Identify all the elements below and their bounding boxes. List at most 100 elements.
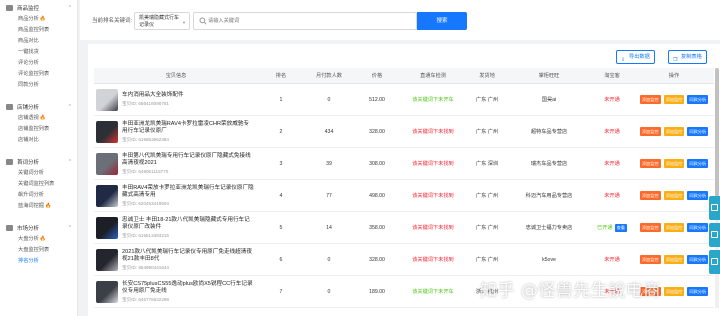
shop-cell[interactable]: 瑞杰车品专营店 <box>508 160 590 167</box>
search-icon <box>199 17 207 25</box>
sidebar-item[interactable]: 店铺监控列表 <box>0 124 77 135</box>
add-monitor-button-alt[interactable]: 添加监控 <box>663 95 685 104</box>
keyword-select[interactable]: 凯美瑞隐藏式行车记录仪 ▼ <box>134 12 190 30</box>
product-thumbnail[interactable] <box>96 280 118 303</box>
add-monitor-button[interactable]: 添加监控 <box>639 191 661 200</box>
sidebar-item[interactable]: 蓝海词挖掘🔥 <box>0 201 77 212</box>
search-bar: 当前排名关键词: 凯美瑞隐藏式行车记录仪 ▼ 搜索 <box>80 0 720 40</box>
search-field[interactable] <box>193 12 417 30</box>
sidebar-group[interactable]: 商品监控 ^ <box>0 2 77 14</box>
sidebar-item[interactable]: 商品对比 <box>0 36 77 47</box>
sidebar-item[interactable]: 商品分析🔥 <box>0 14 77 25</box>
float-button-top[interactable] <box>709 250 720 274</box>
product-thumbnail[interactable] <box>96 152 118 175</box>
col-header-taobaoke: 淘宝客 <box>604 73 620 79</box>
add-monitor-button-alt[interactable]: 添加监控 <box>663 287 685 296</box>
sidebar-item[interactable]: 同款分析 <box>0 80 77 91</box>
same-item-analysis-button[interactable]: 同款分析 <box>687 191 709 200</box>
sidebar-item[interactable]: 评论监控列表 <box>0 69 77 80</box>
product-id: 宝贝ID: 615653662384 <box>122 136 169 142</box>
sidebar-item-label: 店铺透视 <box>18 115 39 121</box>
shop-cell[interactable]: 超特车品专营店 <box>508 128 590 135</box>
sidebar-item-label: 飙升词分析 <box>18 192 44 198</box>
table-row: 丰田第八代凯美瑞专用行车记录仪原厂隐藏式免接线高清夜视2021 宝贝ID: 649… <box>94 148 714 180</box>
add-monitor-button-alt[interactable]: 添加监控 <box>663 255 685 264</box>
export-label: 导出数据 <box>629 54 650 60</box>
same-item-analysis-button[interactable]: 同款分析 <box>687 127 709 136</box>
product-thumbnail[interactable] <box>96 184 118 207</box>
sidebar-item-label: 关键词分析 <box>18 170 44 176</box>
add-monitor-button-alt[interactable]: 添加监控 <box>663 127 685 136</box>
same-item-analysis-button[interactable]: 同款分析 <box>687 159 709 168</box>
product-thumbnail[interactable] <box>96 88 118 111</box>
product-title[interactable]: 丰田第八代凯美瑞专用行车记录仪原厂隐藏式免接线高清夜视2021 <box>122 153 254 167</box>
shop-cell[interactable]: 科迈汽车用品专营店 <box>508 192 590 199</box>
product-title[interactable]: 2021款八代凯美瑞行车记录仪专用原厂免走线超清夜视21款丰田8代 <box>122 249 254 263</box>
col-header-ops: 操作 <box>668 73 680 79</box>
sidebar-item[interactable]: 商品监控列表 <box>0 25 77 36</box>
add-monitor-button-alt[interactable]: 添加监控 <box>663 191 685 200</box>
add-monitor-button-alt[interactable]: 添加监控 <box>663 223 685 232</box>
float-button-feedback[interactable] <box>709 223 720 247</box>
same-item-analysis-button[interactable]: 同款分析 <box>687 287 709 296</box>
sidebar-group-label: 店铺分析 <box>17 105 40 111</box>
table-row: 2021款八代凯美瑞行车记录仪专用原厂免走线超清夜视21款丰田8代 宝贝ID: 6… <box>94 244 714 276</box>
chevron-up-icon: ^ <box>68 159 71 165</box>
product-thumbnail[interactable] <box>96 248 118 271</box>
sidebar-item[interactable]: 关键词分析 <box>0 168 77 179</box>
add-monitor-button[interactable]: 添加监控 <box>639 127 661 136</box>
col-header-rank[interactable]: 排名 <box>258 72 304 79</box>
sidebar-group[interactable]: 店铺分析 ^ <box>0 101 77 113</box>
location-cell: 广东 广州 <box>475 257 499 263</box>
location-cell: 广东 深圳 <box>475 161 499 167</box>
sidebar-item[interactable]: 一键找货 <box>0 47 77 58</box>
sidebar-item[interactable]: 店铺透视🔥 <box>0 113 77 124</box>
sidebar-item[interactable]: 关键词监控列表 <box>0 179 77 190</box>
add-monitor-button[interactable]: 添加监控 <box>639 223 661 232</box>
sidebar-group[interactable]: 市场分析 ^ <box>0 222 77 234</box>
export-button[interactable]: ⇩ 导出数据 <box>616 50 655 64</box>
taobaoke-cell: 已开通 查看 <box>590 223 634 232</box>
col-header-month[interactable]: 月付款人数 <box>304 72 354 79</box>
sidebar-group[interactable]: 首词分析 ^ <box>0 156 77 168</box>
top-icon <box>711 258 718 265</box>
add-monitor-button[interactable]: 添加监控 <box>639 95 661 104</box>
price-cell: 189.00 <box>369 288 385 295</box>
same-item-analysis-button[interactable]: 同款分析 <box>687 95 709 104</box>
price-cell: 358.00 <box>369 224 385 231</box>
product-title[interactable]: 丰田RAV4荣放卡罗拉亚洲龙凯美瑞行车记录仪原厂隐藏式高清专用 <box>122 185 254 199</box>
sidebar-item[interactable]: 大盘监控列表 <box>0 245 77 256</box>
shop-cell[interactable]: 国昊ai <box>508 96 590 103</box>
product-id: 宝贝ID: 649061116770 <box>122 168 169 174</box>
product-thumbnail[interactable] <box>96 120 118 143</box>
product-title[interactable]: 丰田亚洲龙凯美瑞RAV4卡罗拉雷凌CHR荣放威驰专用行车记录仪原厂 <box>122 121 254 135</box>
sidebar-item-label: 一键找货 <box>18 49 39 55</box>
col-header-price[interactable]: 价格 <box>354 72 400 79</box>
sidebar-item[interactable]: 店铺对比 <box>0 135 77 146</box>
col-header-info: 宝贝信息 <box>165 73 187 79</box>
location-cell: 广东 广州 <box>475 129 499 135</box>
shop-cell[interactable]: 忠诚卫士福力专卖店 <box>508 224 590 231</box>
add-monitor-button[interactable]: 添加监控 <box>639 159 661 168</box>
shop-cell[interactable]: k5ove <box>508 257 590 263</box>
product-thumbnail[interactable] <box>96 216 118 239</box>
search-button[interactable]: 搜索 <box>417 12 467 30</box>
add-monitor-button[interactable]: 添加监控 <box>639 255 661 264</box>
price-cell: 512.00 <box>369 96 385 103</box>
taobaoke-view-button[interactable]: 查看 <box>614 223 627 232</box>
product-title[interactable]: 忠诚卫士 丰田18-21款八代凯美瑞隐藏式专用行车记录仪原厂改装件 <box>122 217 254 231</box>
float-button-service[interactable] <box>709 196 720 220</box>
sidebar-item[interactable]: 排名分析 <box>0 256 77 267</box>
rank-cell: 3 <box>279 160 283 167</box>
copy-table-button[interactable]: ❐ 复制表格 <box>668 50 707 64</box>
same-item-analysis-button[interactable]: 同款分析 <box>687 223 709 232</box>
sidebar-item[interactable]: 飙升词分析 <box>0 190 77 201</box>
product-info-cell: 丰田亚洲龙凯美瑞RAV4卡罗拉雷凌CHR荣放威驰专用行车记录仪原厂 宝贝ID: 6… <box>94 120 258 143</box>
add-monitor-button-alt[interactable]: 添加监控 <box>663 159 685 168</box>
sidebar-item[interactable]: 大盘分析🔥 <box>0 234 77 245</box>
same-item-analysis-button[interactable]: 同款分析 <box>687 255 709 264</box>
product-title[interactable]: 车内消用品大全装饰配件 <box>122 92 254 99</box>
search-input[interactable] <box>208 15 408 27</box>
product-title[interactable]: 长安CS75plusCS55逸动plus欧尚X5锐程CC行车记录仪专用原厂免走线 <box>122 281 254 295</box>
sidebar-item[interactable]: 评论分析 <box>0 58 77 69</box>
